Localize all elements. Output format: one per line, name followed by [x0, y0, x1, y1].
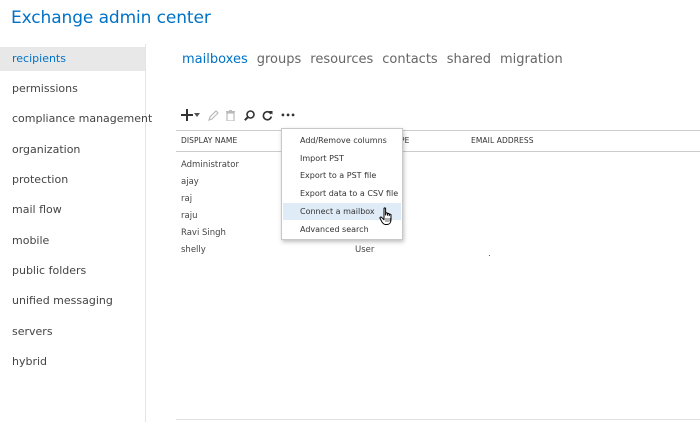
sidebar-item-unified-messaging[interactable]: unified messaging — [0, 289, 145, 313]
menu-item-add-remove-columns[interactable]: Add/Remove columns — [283, 132, 401, 149]
cell-display-name: raj — [181, 194, 193, 204]
search-icon[interactable] — [243, 106, 255, 124]
menu-item-import-pst[interactable]: Import PST — [283, 150, 401, 167]
table-row[interactable]: shelly User — [176, 242, 700, 259]
table-header: DISPLAY NAME PE EMAIL ADDRESS — [176, 130, 700, 152]
sidebar-item-recipients[interactable]: recipients — [0, 47, 145, 71]
col-header-email-address[interactable]: EMAIL ADDRESS — [471, 131, 534, 151]
menu-item-export-pst[interactable]: Export to a PST file — [283, 167, 401, 184]
table-row[interactable]: Ravi Singh — [176, 225, 700, 242]
sidebar-item-protection[interactable]: protection — [0, 168, 145, 192]
chevron-down-icon[interactable] — [194, 106, 200, 124]
menu-item-export-csv[interactable]: Export data to a CSV file — [283, 185, 401, 202]
delete-icon[interactable] — [225, 106, 236, 124]
list-bottom-divider — [176, 419, 700, 420]
sidebar-item-mobile[interactable]: mobile — [0, 229, 145, 253]
cell-display-name: ajay — [181, 177, 199, 187]
sidebar-item-servers[interactable]: servers — [0, 320, 145, 344]
sidebar-item-public-folders[interactable]: public folders — [0, 259, 145, 283]
sidebar-item-organization[interactable]: organization — [0, 138, 145, 162]
cell-display-name: shelly — [181, 245, 206, 255]
add-icon[interactable] — [180, 106, 194, 124]
cell-recipient-type: User — [355, 245, 375, 255]
stray-dot — [489, 255, 490, 256]
sidebar-item-hybrid[interactable]: hybrid — [0, 350, 145, 374]
table-row[interactable]: Administrator — [176, 157, 700, 174]
tab-resources[interactable]: resources — [310, 50, 373, 70]
app-title: Exchange admin center — [11, 8, 211, 28]
tab-mailboxes[interactable]: mailboxes — [182, 50, 248, 70]
edit-icon[interactable] — [207, 106, 219, 124]
cell-display-name: raju — [181, 211, 198, 221]
table-row[interactable]: ajay — [176, 174, 700, 191]
tab-migration[interactable]: migration — [500, 50, 563, 70]
tab-shared[interactable]: shared — [447, 50, 491, 70]
sidebar-item-mail-flow[interactable]: mail flow — [0, 198, 145, 222]
more-options-icon[interactable]: ••• — [280, 106, 296, 124]
recipients-tabs: mailboxes groups resources contacts shared mi… — [182, 48, 572, 68]
sidebar: recipients permissions compliance manage… — [0, 44, 152, 422]
col-header-display-name[interactable]: DISPLAY NAME — [181, 131, 237, 151]
table-row[interactable]: raj — [176, 191, 700, 208]
cell-display-name: Administrator — [181, 160, 239, 170]
sidebar-item-permissions[interactable]: permissions — [0, 77, 145, 101]
sidebar-item-compliance-management[interactable]: compliance management — [0, 107, 152, 131]
table-row[interactable]: raju — [176, 208, 700, 225]
tab-contacts[interactable]: contacts — [382, 50, 437, 70]
refresh-icon[interactable] — [261, 106, 273, 124]
hand-cursor-icon — [379, 207, 394, 230]
cell-display-name: Ravi Singh — [181, 228, 226, 238]
tab-groups[interactable]: groups — [257, 50, 302, 70]
